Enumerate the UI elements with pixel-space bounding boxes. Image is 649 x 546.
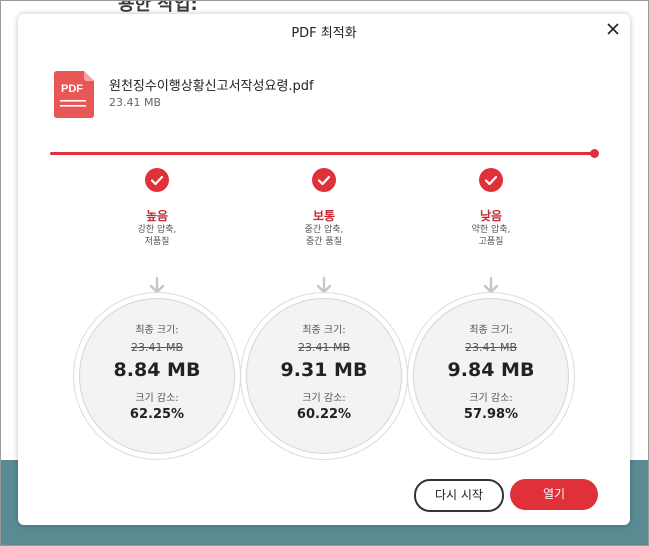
restart-button[interactable]: 다시 시작 (414, 479, 504, 512)
progress-bar (50, 152, 595, 155)
open-button[interactable]: 열기 (510, 479, 598, 510)
pdf-optimize-dialog: PDF 최적화 PDF 원천징수이행상황신고서작성요령.pdf 23.41 MB… (18, 14, 630, 525)
arrow-down-icon (483, 276, 499, 294)
final-size: 9.31 MB (280, 359, 368, 381)
check-icon (479, 168, 503, 192)
original-size: 23.41 MB (130, 341, 184, 354)
result-circle: 최종 크기: 23.41 MB 9.31 MB 크기 감소: 60.22% (246, 298, 402, 454)
reduction-percent: 60.22% (296, 407, 352, 422)
final-size-label: 최종 크기: (135, 325, 179, 336)
check-icon (312, 168, 336, 192)
file-size: 23.41 MB (109, 96, 162, 109)
final-size: 9.84 MB (447, 359, 535, 381)
reduction-label: 크기 감소: (469, 393, 513, 404)
arrow-down-icon (149, 276, 165, 294)
option-desc-line2: 중간 품질 (306, 237, 342, 247)
final-size-label: 최종 크기: (302, 325, 346, 336)
option-desc-line2: 저품질 (144, 237, 170, 247)
file-name: 원천징수이행상황신고서작성요령.pdf (109, 79, 314, 94)
option-desc-line1: 중간 압축, (304, 225, 344, 235)
option-desc-line2: 고품질 (478, 237, 504, 247)
final-size-label: 최종 크기: (469, 325, 513, 336)
option-level: 높음 (145, 209, 169, 223)
result-circle: 최종 크기: 23.41 MB 8.84 MB 크기 감소: 62.25% (79, 298, 235, 454)
reduction-label: 크기 감소: (135, 393, 179, 404)
original-size: 23.41 MB (297, 341, 351, 354)
option-description: 강한 압축, 저품질 (76, 224, 238, 248)
pdf-icon-label: PDF (61, 83, 83, 95)
final-size: 8.84 MB (113, 359, 201, 381)
check-icon (145, 168, 169, 192)
option-level: 낮음 (479, 209, 503, 223)
reduction-percent: 57.98% (463, 407, 519, 422)
dialog-title: PDF 최적화 (291, 26, 357, 41)
reduction-label: 크기 감소: (302, 393, 346, 404)
option-description: 중간 압축, 중간 품질 (243, 224, 405, 248)
pdf-file-icon: PDF (54, 71, 94, 118)
original-size: 23.41 MB (464, 341, 518, 354)
option-description: 약한 압축, 고품질 (410, 224, 572, 248)
option-desc-line1: 약한 압축, (471, 225, 511, 235)
progress-end-dot (590, 149, 599, 158)
reduction-percent: 62.25% (129, 407, 185, 422)
option-desc-line1: 강한 압축, (137, 225, 177, 235)
result-circle: 최종 크기: 23.41 MB 9.84 MB 크기 감소: 57.98% (413, 298, 569, 454)
arrow-down-icon (316, 276, 332, 294)
close-icon[interactable] (604, 20, 622, 38)
option-level: 보통 (312, 209, 336, 223)
